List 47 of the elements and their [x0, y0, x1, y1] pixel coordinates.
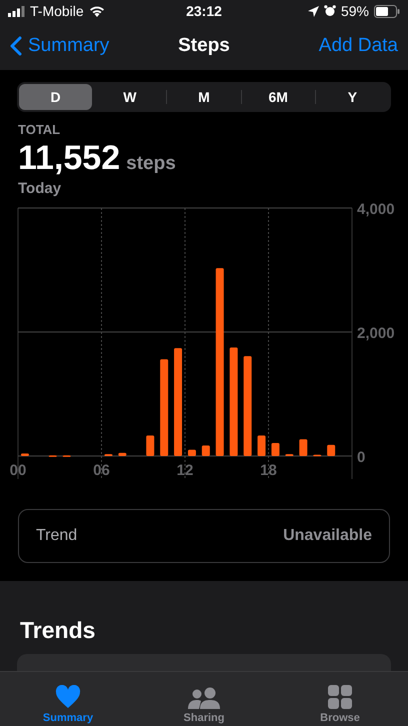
total-label: TOTAL [18, 122, 62, 137]
range-tab[interactable]: M [167, 84, 241, 110]
alarm-icon [324, 5, 336, 17]
screen-title: Steps [178, 35, 230, 57]
battery-percent: 59% [340, 3, 369, 19]
battery-icon [374, 4, 400, 18]
trend-value: Unavailable [283, 527, 372, 545]
axis-label: 00 [10, 462, 26, 479]
tab-bar-item[interactable]: Summary [0, 672, 136, 726]
range-tab[interactable]: 6M [242, 84, 315, 110]
clock-time: 23:12 [186, 3, 222, 19]
axis-label: 2,000 [357, 325, 395, 342]
location-icon [308, 6, 319, 16]
people-icon [187, 687, 221, 709]
bar [327, 444, 336, 456]
range-tab[interactable]: Y [316, 84, 390, 110]
bar [299, 439, 308, 456]
wifi-icon [88, 5, 105, 17]
carrier-name: T-Mobile [30, 3, 84, 19]
add-data-button[interactable]: Add Data [230, 35, 398, 57]
axis-label: 06 [93, 462, 110, 479]
signal-icon [8, 6, 25, 16]
back-button[interactable]: Summary [10, 35, 178, 57]
axis-label: 0 [357, 449, 366, 466]
trend-row[interactable]: Trend Unavailable [18, 509, 390, 563]
bar [146, 436, 154, 456]
bar [258, 436, 266, 456]
bar [188, 450, 196, 456]
range-tab[interactable]: D [19, 84, 92, 110]
range-tab[interactable]: W [93, 84, 166, 110]
axis-label: 4,000 [357, 203, 395, 218]
tab-bar-item[interactable]: Browse [272, 672, 408, 726]
tab-bar-item[interactable]: Sharing [136, 672, 272, 726]
chevron-icon [10, 36, 22, 56]
grid-icon [328, 685, 352, 709]
bar [20, 454, 29, 456]
bar [271, 442, 280, 456]
trend-label: Trend [36, 527, 78, 545]
bar [202, 445, 210, 456]
bar [118, 452, 126, 456]
heart-icon [55, 685, 81, 709]
axis-label: 12 [176, 462, 194, 479]
step-count: 11,552 [18, 139, 120, 178]
unit-label: steps [126, 153, 176, 175]
period-label: Today [18, 180, 62, 197]
section-heading: Trends [19, 617, 96, 644]
axis-label: 18 [260, 462, 277, 479]
